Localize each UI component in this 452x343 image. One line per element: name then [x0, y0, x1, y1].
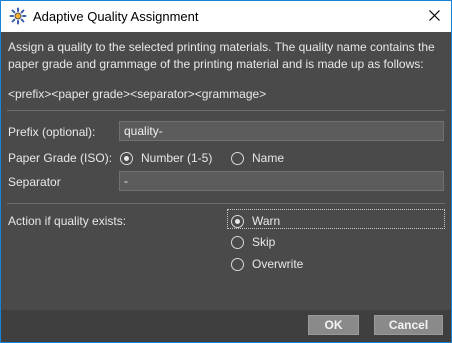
gear-sparkle-icon [9, 7, 27, 25]
dialog-content: Assign a quality to the selected printin… [1, 32, 451, 342]
separator-label: Separator [8, 175, 61, 189]
radio-selected-icon [231, 215, 244, 228]
paper-grade-label: Paper Grade (ISO): [8, 151, 113, 165]
radio-label: Skip [252, 235, 276, 249]
close-icon [428, 8, 440, 26]
window-title: Adaptive Quality Assignment [33, 9, 199, 24]
title-bar[interactable]: Adaptive Quality Assignment [1, 1, 451, 32]
action-label: Action if quality exists: [8, 214, 127, 228]
format-pattern: <prefix><paper grade><separator><grammag… [8, 87, 267, 101]
radio-paper-grade-name[interactable]: Name [231, 151, 284, 166]
radio-label: Overwrite [252, 257, 304, 271]
radio-action-overwrite[interactable]: Overwrite [231, 257, 303, 272]
prefix-label: Prefix (optional): [8, 125, 96, 139]
divider-top [7, 110, 445, 111]
close-button[interactable] [417, 1, 451, 32]
radio-selected-icon [120, 152, 133, 165]
prefix-input[interactable]: quality- [119, 121, 444, 141]
radio-action-warn[interactable]: Warn [231, 214, 280, 229]
radio-action-skip[interactable]: Skip [231, 235, 275, 250]
button-bar: OK Cancel [1, 310, 451, 342]
dialog-window: Adaptive Quality Assignment Assign a qua… [0, 0, 452, 343]
separator-input[interactable]: - [119, 171, 444, 191]
divider-middle [7, 203, 445, 204]
radio-unselected-icon [231, 152, 244, 165]
radio-label: Name [252, 151, 285, 165]
ok-button[interactable]: OK [308, 315, 359, 335]
radio-unselected-icon [231, 236, 244, 249]
radio-paper-grade-number[interactable]: Number (1-5) [120, 151, 212, 166]
cancel-button[interactable]: Cancel [374, 315, 443, 335]
description-text: Assign a quality to the selected printin… [8, 40, 435, 71]
radio-label: Number (1-5) [141, 151, 213, 165]
radio-unselected-icon [231, 258, 244, 271]
radio-label: Warn [252, 214, 281, 228]
